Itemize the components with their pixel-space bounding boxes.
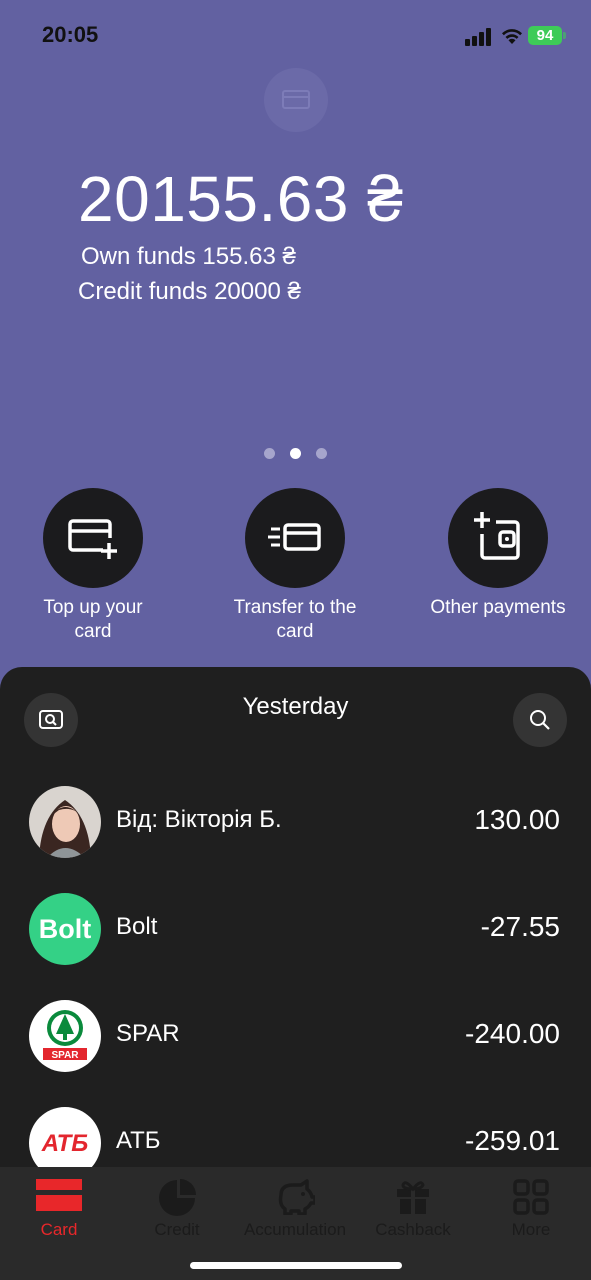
transaction-name: АТБ	[116, 1127, 161, 1154]
transaction-amount: -27.55	[480, 911, 560, 942]
cellular-signal-icon	[465, 28, 491, 46]
svg-text:Bolt: Bolt	[39, 914, 91, 944]
piggy-bank-icon	[278, 1179, 315, 1215]
search-icon	[530, 710, 550, 730]
transaction-name: Bolt	[116, 913, 158, 940]
pie-chart-icon	[159, 1179, 196, 1216]
atb-logo: АТБ	[29, 1107, 101, 1167]
carousel-dot[interactable]	[316, 448, 327, 459]
wallet-plus-icon	[474, 512, 520, 560]
card-tab-icon	[36, 1179, 82, 1211]
top-up-circle[interactable]	[43, 488, 143, 588]
top-up-label: Top up your card	[43, 597, 143, 642]
top-up-card-button[interactable]: Top up your card	[23, 488, 163, 644]
person-avatar	[29, 786, 101, 858]
carousel-dot-active[interactable]	[290, 448, 301, 459]
section-title: Yesterday	[242, 693, 349, 720]
card-thumbnail-button[interactable]	[264, 68, 328, 132]
status-bar: 20:05 94	[0, 20, 591, 52]
svg-text:АТБ: АТБ	[41, 1130, 89, 1157]
card-transfer-icon	[268, 523, 321, 551]
transfer-label: Transfer to the card	[233, 597, 357, 642]
transaction-name: Від: Вікторія Б.	[116, 806, 282, 833]
balance-total: 20155.63 ₴	[78, 163, 404, 235]
battery-tip	[563, 32, 566, 39]
tab-credit[interactable]: Credit	[118, 1175, 236, 1240]
battery-indicator: 94	[528, 26, 562, 45]
transaction-amount: 130.00	[474, 804, 560, 835]
carousel-indicator	[262, 448, 332, 460]
other-payments-button[interactable]: Other payments	[428, 488, 568, 620]
transfer-circle[interactable]	[245, 488, 345, 588]
transaction-row[interactable]: Від: Вікторія Б. 130.00	[0, 786, 591, 876]
battery-level: 94	[536, 27, 554, 44]
tab-label: More	[511, 1220, 551, 1239]
transaction-row[interactable]: АТБ АТБ -259.01	[0, 1107, 591, 1167]
tab-label: Accumulation	[243, 1220, 347, 1239]
card-plus-icon	[68, 519, 117, 559]
transactions-sheet: Yesterday Від: Вікторія Б. 130.00 Bolt B…	[0, 667, 591, 1167]
transaction-row[interactable]: SPAR SPAR -240.00	[0, 1000, 591, 1090]
gift-icon	[397, 1181, 429, 1214]
svg-text:SPAR: SPAR	[51, 1050, 79, 1061]
tab-more[interactable]: More	[472, 1175, 590, 1240]
own-funds: Own funds 155.63 ₴	[81, 243, 296, 270]
status-time: 20:05	[42, 22, 99, 47]
transaction-amount: -259.01	[465, 1125, 560, 1156]
bolt-logo: Bolt	[29, 893, 101, 965]
search-button[interactable]	[513, 693, 567, 747]
carousel-dot[interactable]	[264, 448, 275, 459]
transfer-to-card-button[interactable]: Transfer to the card	[225, 488, 365, 644]
other-payments-circle[interactable]	[448, 488, 548, 588]
credit-funds: Credit funds 20000 ₴	[78, 278, 301, 305]
tab-label: Card	[40, 1220, 78, 1239]
transaction-row[interactable]: Bolt Bolt -27.55	[0, 893, 591, 983]
card-icon	[282, 90, 310, 109]
transaction-amount: -240.00	[465, 1018, 560, 1049]
tab-cashback[interactable]: Cashback	[354, 1175, 472, 1240]
tab-accumulation[interactable]: Accumulation	[236, 1175, 354, 1240]
tab-label: Credit	[154, 1220, 200, 1239]
grid-icon	[513, 1179, 549, 1215]
wifi-icon	[502, 29, 522, 44]
tab-card[interactable]: Card	[0, 1175, 118, 1240]
tab-label: Cashback	[375, 1220, 451, 1239]
other-payments-label: Other payments	[430, 597, 566, 618]
spar-logo: SPAR	[29, 1000, 101, 1072]
home-indicator[interactable]	[190, 1262, 402, 1269]
transaction-name: SPAR	[116, 1020, 180, 1047]
